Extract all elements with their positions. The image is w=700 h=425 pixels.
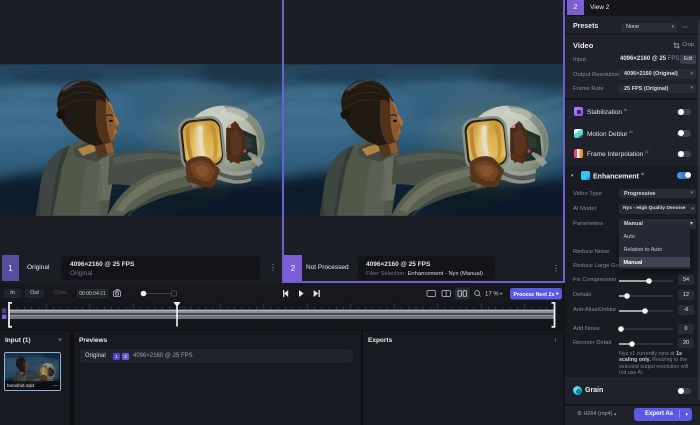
- svg-text:17 %: 17 %: [485, 292, 499, 298]
- svg-text:Process Next 2s: Process Next 2s: [514, 292, 555, 298]
